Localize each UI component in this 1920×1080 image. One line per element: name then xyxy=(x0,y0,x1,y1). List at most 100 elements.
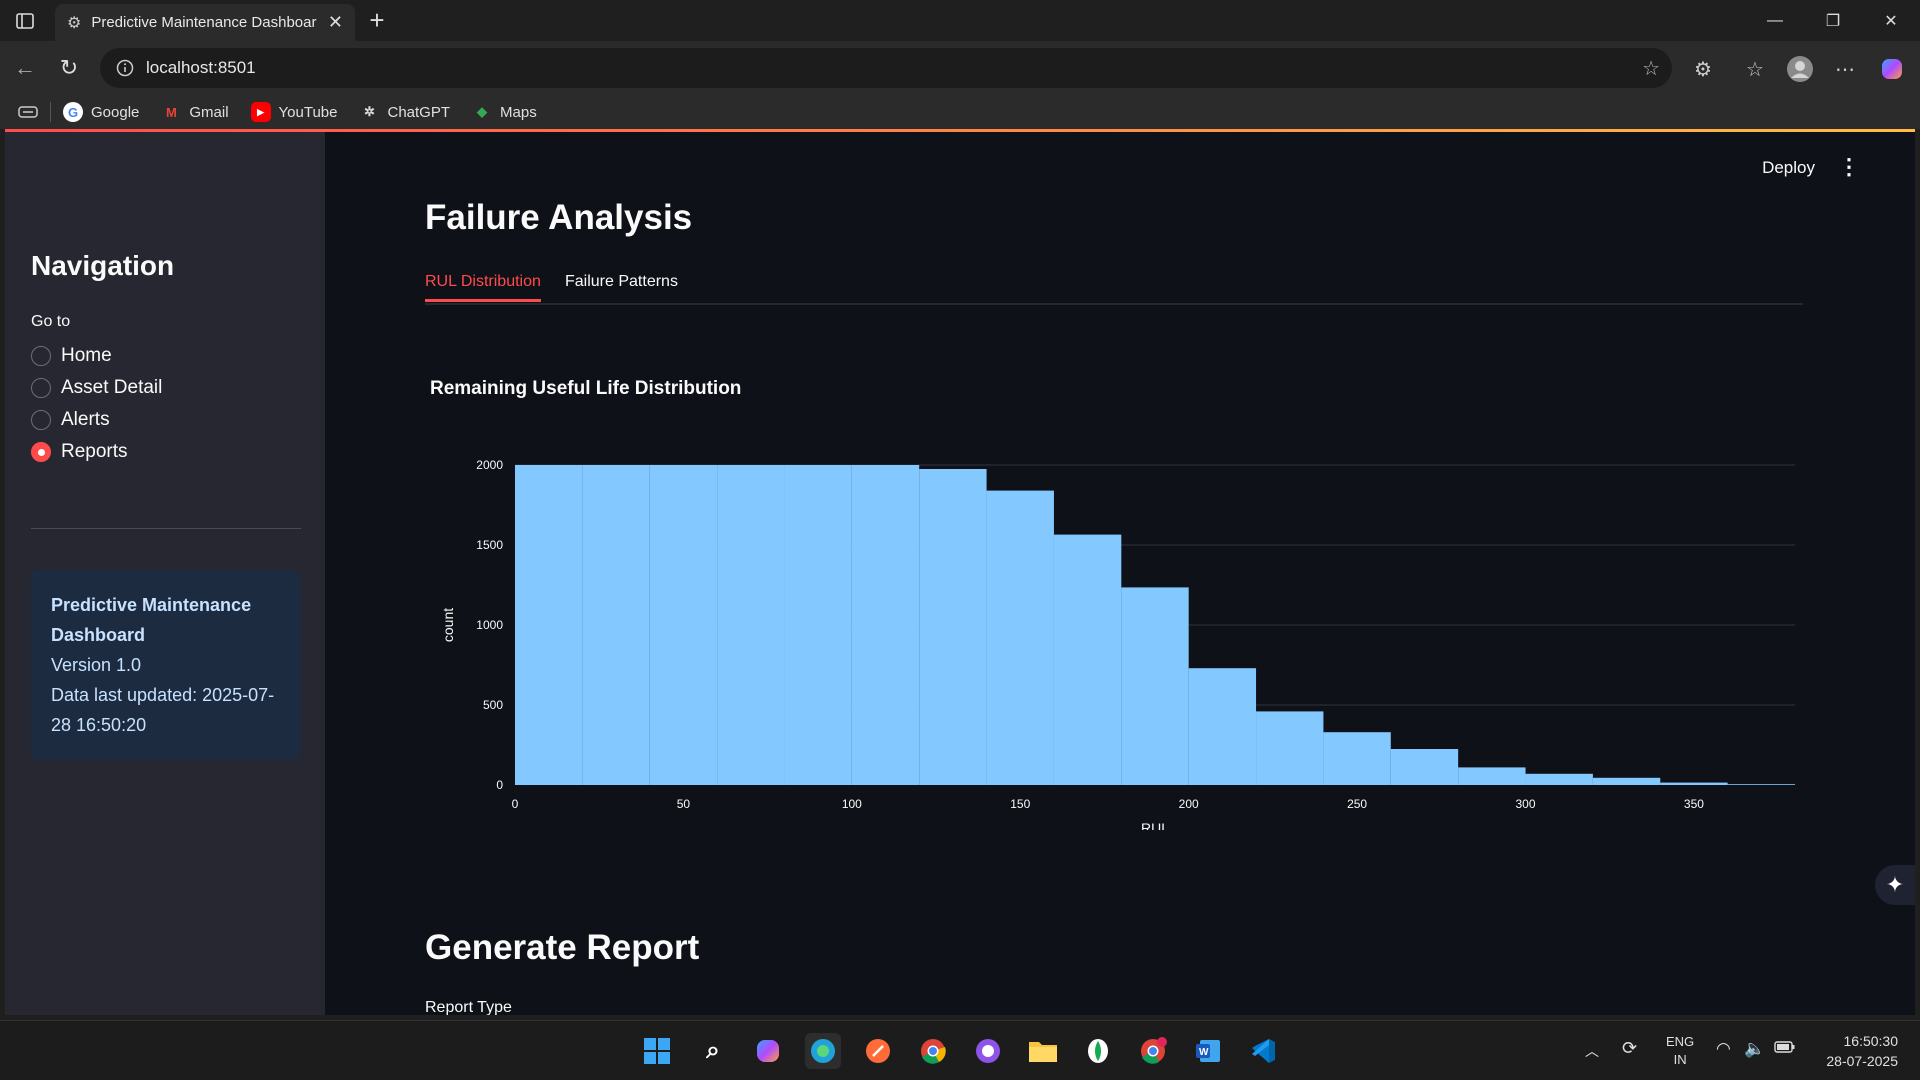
word-icon[interactable]: W xyxy=(1190,1033,1226,1069)
postman-icon[interactable] xyxy=(860,1033,896,1069)
close-window-icon[interactable]: ✕ xyxy=(1862,0,1920,41)
histogram-bar xyxy=(1525,773,1593,785)
minimize-icon[interactable]: — xyxy=(1746,0,1804,41)
histogram-bar xyxy=(851,465,920,785)
info-title: Predictive Maintenance Dashboard xyxy=(51,595,252,645)
tab-title: Predictive Maintenance Dashboar xyxy=(91,14,317,31)
histogram-bar xyxy=(1323,732,1391,785)
x-tick-label: 100 xyxy=(842,797,862,811)
histogram-bar xyxy=(1727,784,1795,785)
address-bar[interactable]: localhost:8501 ☆ xyxy=(100,48,1672,88)
y-tick-label: 1500 xyxy=(476,538,503,552)
main-menu-icon[interactable]: ⋮ xyxy=(1838,154,1860,180)
deploy-button[interactable]: Deploy xyxy=(1762,158,1815,178)
x-tick-label: 200 xyxy=(1179,797,1199,811)
histogram-bar xyxy=(717,465,785,785)
youtube-icon: ▶ xyxy=(250,102,271,122)
system-clock[interactable]: 16:50:30 28-07-2025 xyxy=(1826,1031,1898,1071)
refresh-icon[interactable]: ↻ xyxy=(54,53,84,83)
rul-histogram-chart: 0 500 1000 1500 2000 0 50 100 150 200 250 300 350 RUL… xyxy=(440,458,1795,830)
sync-icon[interactable]: ⟳ xyxy=(1622,1038,1637,1059)
bookmark-google[interactable]: G Google xyxy=(63,102,139,122)
extensions-icon[interactable]: ⚙ xyxy=(1688,54,1718,84)
histogram-bar xyxy=(515,465,583,785)
bookmark-chatgpt[interactable]: ✲ ChatGPT xyxy=(360,102,450,122)
sidebar: Navigation Go to Home Asset Detail Alert… xyxy=(5,130,325,1015)
main-content: Deploy ⋮ Failure Analysis RUL Distributi… xyxy=(325,130,1915,1015)
bookmarks-toggle-icon[interactable] xyxy=(18,105,38,119)
site-info-icon[interactable] xyxy=(116,59,134,77)
page-title: Failure Analysis xyxy=(425,198,693,237)
nav-option-alerts[interactable]: Alerts xyxy=(31,409,110,431)
battery-icon[interactable] xyxy=(1774,1040,1796,1057)
streamlit-app: Navigation Go to Home Asset Detail Alert… xyxy=(5,130,1915,1015)
histogram-bar xyxy=(1458,767,1526,785)
title-bar: ⚙ Predictive Maintenance Dashboar ✕ + — … xyxy=(0,0,1920,41)
bookmark-gmail[interactable]: M Gmail xyxy=(161,102,229,122)
nav-option-home[interactable]: Home xyxy=(31,345,112,367)
profile-avatar-icon[interactable] xyxy=(1785,54,1815,84)
google-icon: G xyxy=(63,102,83,122)
copilot-icon[interactable] xyxy=(1877,54,1907,84)
favorite-star-icon[interactable]: ☆ xyxy=(1642,56,1660,81)
x-tick-label: 0 xyxy=(512,797,519,811)
section-title-generate-report: Generate Report xyxy=(425,928,700,967)
browser-toolbar: ← ↻ localhost:8501 ☆ ⚙ ☆ ⋯ xyxy=(0,41,1920,95)
tab-rul-distribution[interactable]: RUL Distribution xyxy=(425,273,541,302)
radio-icon[interactable] xyxy=(31,346,51,366)
radio-icon[interactable] xyxy=(31,410,51,430)
radio-selected-icon[interactable] xyxy=(31,442,51,462)
y-tick-label: 1000 xyxy=(476,618,503,632)
tab-failure-patterns[interactable]: Failure Patterns xyxy=(565,273,678,299)
histogram-bar xyxy=(1592,777,1661,785)
search-icon[interactable]: ⌕ xyxy=(695,1033,731,1069)
url-text: localhost:8501 xyxy=(146,58,256,77)
new-tab-icon[interactable]: + xyxy=(362,6,392,36)
gear-icon: ⚙ xyxy=(67,14,82,32)
edge-browser-icon[interactable] xyxy=(805,1033,841,1069)
github-icon[interactable] xyxy=(970,1033,1006,1069)
bookmark-maps[interactable]: ◆ Maps xyxy=(472,102,537,122)
back-arrow-icon[interactable]: ← xyxy=(10,53,40,83)
close-tab-icon[interactable]: ✕ xyxy=(328,12,343,33)
info-updated: Data last updated: 2025-07-28 16:50:20 xyxy=(51,685,275,735)
chrome-profile-icon[interactable] xyxy=(1135,1033,1171,1069)
copilot-taskbar-icon[interactable] xyxy=(750,1033,786,1069)
windows-start-icon[interactable] xyxy=(639,1033,675,1069)
histogram-bar xyxy=(1256,711,1324,785)
goto-label: Go to xyxy=(31,313,71,330)
chatgpt-icon: ✲ xyxy=(364,104,375,119)
sidebar-title: Navigation xyxy=(31,250,175,281)
info-box: Predictive Maintenance Dashboard Version… xyxy=(31,570,301,760)
x-tick-label: 250 xyxy=(1347,797,1367,811)
nav-option-reports[interactable]: Reports xyxy=(31,441,128,463)
chrome-icon[interactable] xyxy=(915,1033,951,1069)
nav-option-asset-detail[interactable]: Asset Detail xyxy=(31,377,162,399)
file-explorer-icon[interactable] xyxy=(1025,1033,1061,1069)
bookmarks-separator xyxy=(50,102,51,122)
histogram-bar xyxy=(986,490,1054,785)
histogram-bar xyxy=(1390,749,1459,785)
radio-icon[interactable] xyxy=(31,378,51,398)
restore-icon[interactable]: ❐ xyxy=(1804,0,1862,41)
histogram-bar xyxy=(1188,668,1257,785)
bookmark-youtube[interactable]: ▶ YouTube xyxy=(250,102,338,122)
y-tick-label: 2000 xyxy=(476,458,503,472)
show-hidden-icons[interactable]: ︿ xyxy=(1585,1041,1599,1061)
chart-title: Remaining Useful Life Distribution xyxy=(430,378,742,399)
language-indicator[interactable]: ENG IN xyxy=(1666,1033,1694,1069)
x-axis-label: RUL xyxy=(1141,820,1169,830)
favorites-icon[interactable]: ☆ xyxy=(1740,54,1770,84)
tab-actions-icon[interactable] xyxy=(10,8,40,34)
more-menu-icon[interactable]: ⋯ xyxy=(1830,54,1860,84)
histogram-bar xyxy=(1053,534,1122,785)
maps-icon: ◆ xyxy=(477,104,488,119)
browser-tab[interactable]: ⚙ Predictive Maintenance Dashboar ✕ xyxy=(55,4,355,41)
histogram-bar xyxy=(919,469,987,785)
volume-icon[interactable]: 🔈 xyxy=(1744,1039,1765,1059)
histogram-bar xyxy=(1660,782,1728,785)
wifi-icon[interactable]: ◠ xyxy=(1716,1039,1731,1059)
mongodb-icon[interactable] xyxy=(1080,1033,1116,1069)
sparkle-icon[interactable]: ✦ xyxy=(1875,865,1915,905)
vscode-icon[interactable] xyxy=(1245,1033,1281,1069)
